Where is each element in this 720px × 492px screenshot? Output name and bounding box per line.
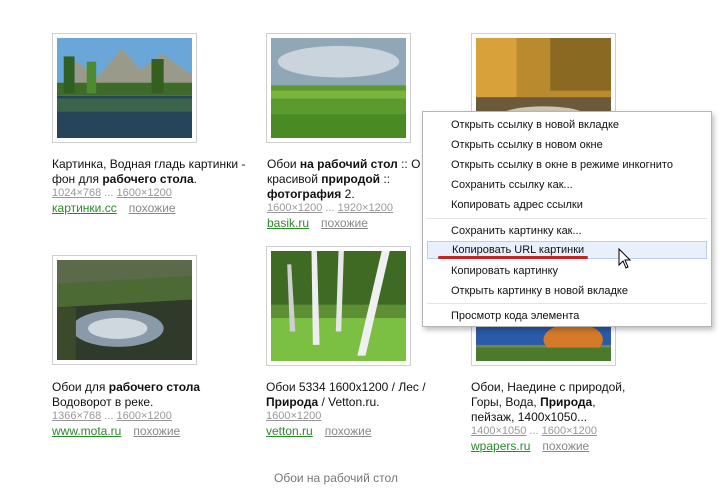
card-6-title[interactable]: Обои, Наедине с природой, Горы, Вода, Пр… <box>471 380 636 425</box>
card-4-title[interactable]: Обои для рабочего стола Водоворот в реке… <box>52 380 242 410</box>
card-5-sizes: 1600×1200 <box>266 410 322 422</box>
thumbnail-whirlpool[interactable] <box>52 255 197 365</box>
card-5-similar-link[interactable]: похожие <box>325 424 372 438</box>
menu-separator <box>427 218 707 219</box>
menu-open-link-new-tab[interactable]: Открыть ссылку в новой вкладке <box>427 116 707 134</box>
menu-open-link-new-window[interactable]: Открыть ссылку в новом окне <box>427 136 707 154</box>
card-6-similar-link[interactable]: похожие <box>542 439 589 453</box>
context-menu: Открыть ссылку в новой вкладке Открыть с… <box>422 111 712 327</box>
thumbnail-wheat-field[interactable] <box>266 33 411 143</box>
menu-copy-link-address[interactable]: Копировать адрес ссылки <box>427 196 707 214</box>
card-1-source-link[interactable]: картинки.cc <box>52 201 117 215</box>
mouse-pointer-icon <box>618 248 632 269</box>
card-5-source-link[interactable]: vetton.ru <box>266 424 313 438</box>
card-5-caption: Обои 5334 1600x1200 / Лес / Природа / Ve… <box>266 380 434 439</box>
card-4-similar-link[interactable]: похожие <box>133 424 180 438</box>
card-6-caption: Обои, Наедине с природой, Горы, Вода, Пр… <box>471 380 636 454</box>
card-2-source-link[interactable]: basik.ru <box>267 216 309 230</box>
card-1-title[interactable]: Картинка, Водная гладь картинки - фон дл… <box>52 157 250 187</box>
card-6-sizes: 1400×1050 ... 1600×1200 <box>471 425 598 437</box>
menu-separator <box>427 303 707 304</box>
footer-text[interactable]: Обои на рабочий стол <box>274 471 398 485</box>
menu-open-image-new-tab[interactable]: Открыть картинку в новой вкладке <box>427 282 707 300</box>
menu-save-image-as[interactable]: Сохранить картинку как... <box>427 222 707 240</box>
card-2-sizes: 1600×1200 ... 1920×1200 <box>267 202 394 214</box>
highlight-underline <box>438 256 588 259</box>
card-4-sizes: 1366×768 ... 1600×1200 <box>52 410 172 422</box>
card-1-caption: Картинка, Водная гладь картинки - фон дл… <box>52 157 250 216</box>
thumbnail-lake[interactable] <box>52 33 197 143</box>
card-5-title[interactable]: Обои 5334 1600x1200 / Лес / Природа / Ve… <box>266 380 434 410</box>
card-4-caption: Обои для рабочего стола Водоворот в реке… <box>52 380 242 439</box>
card-2-title[interactable]: Обои на рабочий стол :: О красивой приро… <box>267 157 423 202</box>
card-2-similar-link[interactable]: похожие <box>321 216 368 230</box>
menu-copy-image[interactable]: Копировать картинку <box>427 262 707 280</box>
thumbnail-birch-forest[interactable] <box>266 246 411 366</box>
card-4-source-link[interactable]: www.mota.ru <box>52 424 121 438</box>
card-6-source-link[interactable]: wpapers.ru <box>471 439 530 453</box>
menu-inspect-element[interactable]: Просмотр кода элемента <box>427 307 707 325</box>
card-1-sizes: 1024×768 ... 1600×1200 <box>52 187 172 199</box>
card-2-caption: Обои на рабочий стол :: О красивой приро… <box>267 157 423 231</box>
menu-open-link-incognito[interactable]: Открыть ссылку в окне в режиме инкогнито <box>427 156 707 174</box>
card-1-similar-link[interactable]: похожие <box>129 201 176 215</box>
menu-save-link-as[interactable]: Сохранить ссылку как... <box>427 176 707 194</box>
